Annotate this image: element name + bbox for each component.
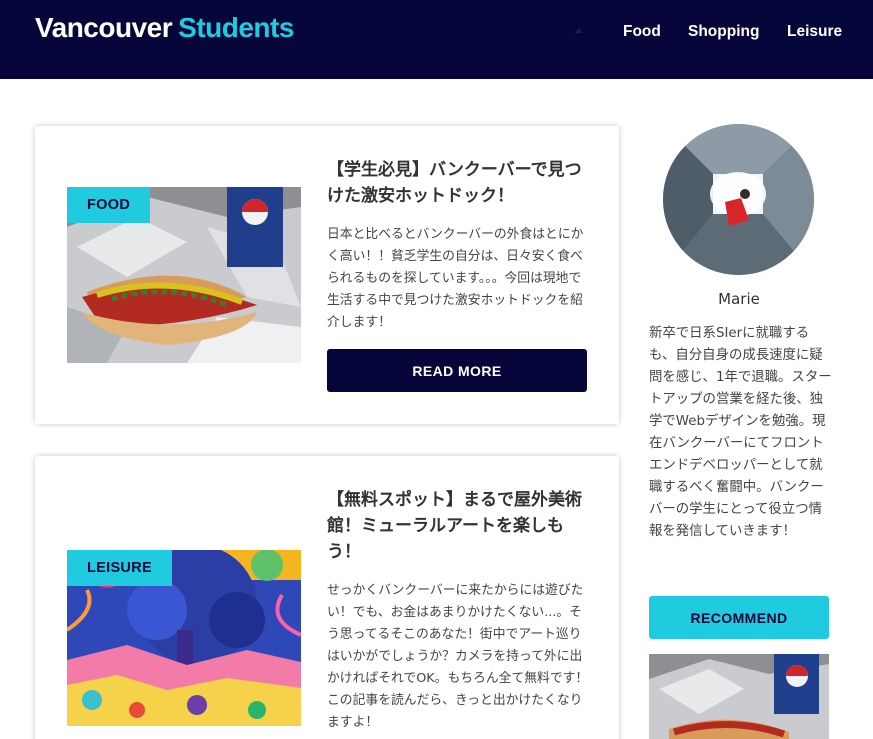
post-thumbnail-mural[interactable]: LEISURE [67,550,301,726]
logo-text-vancouver: Vancouver [35,12,173,43]
recommended-post-thumbnail[interactable] [649,654,829,739]
category-badge[interactable]: FOOD [67,187,151,223]
recommend-button[interactable]: RECOMMEND [649,596,829,639]
post-card: LEISURE 【無料スポット】まるで屋外美術館！ミューラルアートを楽しもう！ … [35,456,619,739]
post-card: FOOD 【学生必見】バンクーバーで見つけた激安ホットドック！ 日本と比べるとバ… [35,126,619,424]
site-header: Vancouver Students Food Shopping Leisure [0,0,873,79]
post-thumbnail-hotdog[interactable]: FOOD [67,187,301,363]
site-logo[interactable]: Vancouver Students [35,12,294,44]
author-bio: 新卒で日系SIerに就職するも、自分自身の成長速度に疑問を感じ、1年で退職。スタ… [649,326,832,539]
nav-link-leisure[interactable]: Leisure [787,23,842,41]
post-excerpt: 日本と比べるとバンクーバーの外食はとにかく高い！！貧乏学生の自分は、日々安く食べ… [327,227,584,330]
author-avatar [663,124,814,275]
logo-text-students: Students [178,12,294,43]
hotdog-photo [649,654,829,739]
post-title[interactable]: 【学生必見】バンクーバーで見つけた激安ホットドック！ [327,157,589,209]
author-name: Marie [718,290,760,308]
nav-link-shopping[interactable]: Shopping [688,23,759,41]
nav-link-food[interactable]: Food [623,23,661,41]
read-more-button[interactable]: READ MORE [327,349,587,392]
caret-up-icon [575,28,583,33]
author-photo [663,124,814,275]
category-badge[interactable]: LEISURE [67,550,172,586]
post-title[interactable]: 【無料スポット】まるで屋外美術館！ミューラルアートを楽しもう！ [327,487,589,565]
post-excerpt: せっかくバンクーバーに来たからには遊びたい！でも、お金はあまりかけたくない...… [327,583,589,730]
